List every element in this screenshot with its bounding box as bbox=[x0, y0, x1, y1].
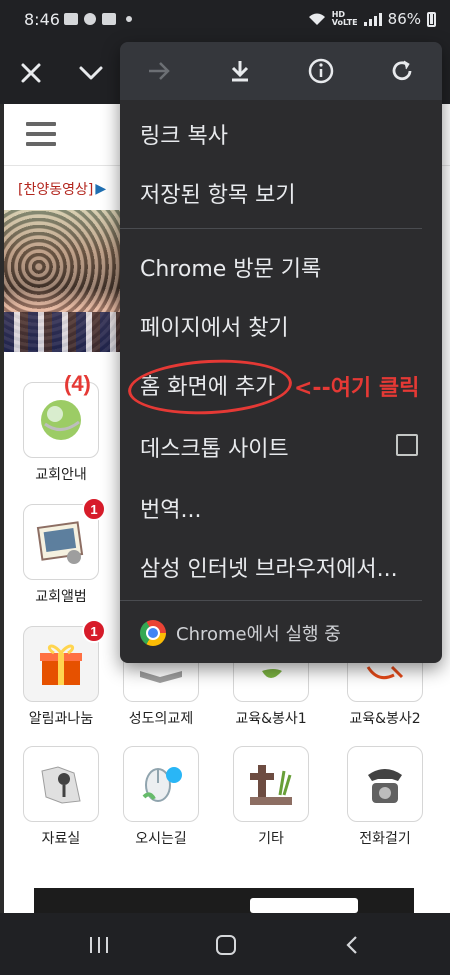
menu-item-announcements[interactable]: 1 알림과나눔 bbox=[6, 619, 116, 728]
more-dot-icon bbox=[126, 16, 132, 22]
close-icon[interactable] bbox=[14, 56, 48, 90]
menu-label: 기타 bbox=[258, 831, 284, 847]
telephone-icon bbox=[347, 746, 423, 822]
menu-copy-link[interactable]: 링크 복사 bbox=[140, 118, 228, 150]
refresh-icon[interactable] bbox=[387, 56, 417, 86]
status-bar: 8:46 HD VoLTE 86% bbox=[0, 0, 450, 42]
signal-icon bbox=[363, 12, 382, 26]
download-icon[interactable] bbox=[225, 56, 255, 86]
menu-open-in-samsung-internet[interactable]: 삼성 인터넷 브라우저에서... bbox=[140, 551, 398, 583]
menu-label: 자료실 bbox=[41, 831, 81, 847]
cross-icon bbox=[233, 746, 309, 822]
menu-item-directions[interactable]: 오시는길 bbox=[106, 746, 216, 848]
notification-icons bbox=[64, 13, 132, 25]
menu-find-in-page[interactable]: 페이지에서 찾기 bbox=[140, 310, 289, 342]
gift-icon: 1 bbox=[23, 619, 106, 702]
message-icon bbox=[64, 13, 78, 25]
home-icon[interactable] bbox=[216, 935, 236, 955]
notice-bar[interactable]: [찬양동영상] ▶ bbox=[4, 174, 106, 204]
chevron-down-icon[interactable] bbox=[74, 56, 108, 90]
fan-icon bbox=[84, 13, 96, 25]
footer-text: Chrome에서 실행 중 bbox=[176, 624, 341, 645]
battery-icon bbox=[427, 11, 436, 27]
menu-translate[interactable]: 번역... bbox=[140, 492, 201, 524]
mouse-icon bbox=[123, 746, 199, 822]
chrome-logo-icon bbox=[140, 620, 166, 646]
forward-arrow-icon[interactable] bbox=[144, 56, 174, 86]
notice-tag: [찬양동영상] bbox=[18, 182, 94, 198]
photo-album-icon: 1 bbox=[23, 497, 106, 580]
notification-badge: 1 bbox=[82, 497, 106, 521]
annotation-callout: <--여기 클릭 bbox=[294, 376, 420, 401]
banner-tag bbox=[250, 898, 358, 913]
status-time: 8:46 bbox=[24, 10, 60, 29]
recent-apps-icon[interactable] bbox=[90, 937, 108, 953]
menu-item-church-info[interactable]: 교회안내 bbox=[6, 382, 116, 484]
menu-label: 성도의교제 bbox=[128, 711, 194, 727]
chrome-overflow-menu: 링크 복사 저장된 항목 보기 Chrome 방문 기록 페이지에서 찾기 홈 … bbox=[120, 42, 442, 663]
hamburger-menu-icon[interactable] bbox=[26, 122, 56, 148]
menu-item-resources[interactable]: 자료실 bbox=[6, 746, 116, 848]
running-in-chrome-footer: Chrome에서 실행 중 bbox=[140, 620, 341, 646]
desktop-site-checkbox[interactable] bbox=[396, 434, 418, 456]
menu-divider bbox=[120, 600, 422, 601]
wifi-icon bbox=[308, 13, 325, 25]
menu-divider bbox=[120, 228, 422, 229]
menu-label: 알림과나눔 bbox=[28, 711, 94, 727]
menu-saved-items[interactable]: 저장된 항목 보기 bbox=[140, 177, 296, 209]
menu-item-church-album[interactable]: 1 교회앨범 bbox=[6, 497, 116, 606]
menu-label: 오시는길 bbox=[135, 831, 187, 847]
annotation-step-label: (4) bbox=[64, 371, 91, 396]
menu-history[interactable]: Chrome 방문 기록 bbox=[140, 251, 321, 283]
system-icons: HD VoLTE 86% bbox=[308, 10, 436, 28]
info-icon[interactable] bbox=[306, 56, 336, 86]
image-icon bbox=[102, 13, 116, 25]
battery-percent: 86% bbox=[387, 10, 421, 28]
menu-item-etc[interactable]: 기타 bbox=[216, 746, 326, 848]
map-pin-icon bbox=[23, 746, 99, 822]
notification-badge: 1 bbox=[82, 619, 106, 643]
menu-label: 전화걸기 bbox=[359, 831, 411, 847]
menu-desktop-site[interactable]: 데스크톱 사이트 bbox=[140, 431, 289, 463]
menu-label: 교회안내 bbox=[35, 467, 87, 483]
play-triangle-icon: ▶ bbox=[95, 181, 107, 197]
hd-icon: HD VoLTE bbox=[331, 10, 358, 27]
menu-label: 교회앨범 bbox=[35, 589, 87, 605]
bottom-banner[interactable] bbox=[34, 888, 414, 913]
system-navigation-bar bbox=[0, 913, 450, 975]
menu-label: 교육&봉사2 bbox=[349, 711, 421, 727]
menu-item-call[interactable]: 전화걸기 bbox=[330, 746, 440, 848]
church-photo[interactable] bbox=[4, 210, 120, 352]
menu-label: 교육&봉사1 bbox=[235, 711, 307, 727]
back-icon[interactable] bbox=[344, 935, 360, 955]
overflow-icon-row bbox=[120, 42, 442, 100]
